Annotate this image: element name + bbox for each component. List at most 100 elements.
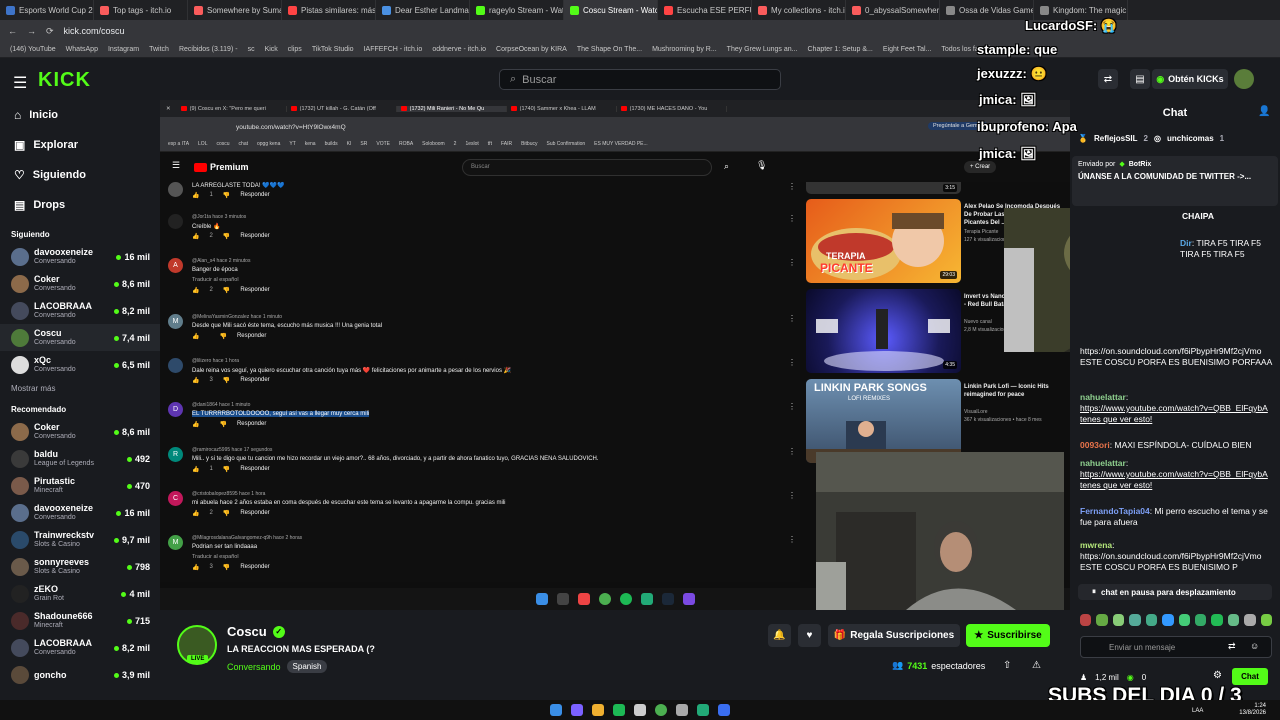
- sidebar-item-siguiendo[interactable]: ♡ Siguiendo: [0, 160, 160, 190]
- browser-tab[interactable]: Ossa de Vidas Games: [940, 0, 1034, 20]
- sidebar-item-explorar[interactable]: ▣ Explorar: [0, 130, 160, 160]
- sidebar-item-inicio[interactable]: ⌂ Inicio: [0, 100, 160, 130]
- kick-logo[interactable]: KICK: [38, 69, 91, 92]
- bookmark-item[interactable]: CorpseOcean by KIRA: [496, 46, 567, 53]
- gifter-name[interactable]: unchicomas: [1167, 134, 1214, 143]
- sidebar-channel[interactable]: Coker Conversando 8,6 mil: [0, 270, 160, 297]
- browser-tab[interactable]: rageylo Stream - Watc: [470, 0, 564, 20]
- menu-icon[interactable]: ☰: [13, 73, 27, 93]
- gifter-name[interactable]: ReflejosSIL: [1094, 134, 1138, 143]
- bookmark-item[interactable]: WhatsApp: [66, 46, 98, 53]
- bookmark-item[interactable]: clips: [288, 46, 302, 53]
- bookmark-item[interactable]: IAFFEFCH - itch.io: [364, 46, 423, 53]
- browser-tab[interactable]: Dear Esther Landmar: [376, 0, 470, 20]
- chat-text[interactable]: https://www.youtube.com/watch?v=QBB_ElFq…: [1080, 469, 1268, 490]
- browser-tab[interactable]: Top tags - itch.io: [94, 0, 188, 20]
- browser-tab[interactable]: 0_abyssalSomewhere: [846, 0, 940, 20]
- send-chat-button[interactable]: Chat: [1232, 668, 1268, 685]
- browser-tab[interactable]: Kingdom: The magic of: [1034, 0, 1128, 20]
- browser-tab[interactable]: Somewhere by Suma0: [188, 0, 282, 20]
- emote-icon[interactable]: [1260, 614, 1273, 626]
- chat-users-icon[interactable]: 👤: [1258, 106, 1270, 117]
- sidebar-channel[interactable]: zEKO Grain Rot 4 mil: [0, 580, 160, 607]
- sidebar-channel[interactable]: Shadoune666 Minecraft 715: [0, 607, 160, 634]
- browser-tab[interactable]: My collections - itch.io: [752, 0, 846, 20]
- settings-icon[interactable]: ⚙: [1213, 670, 1222, 681]
- sidebar-channel[interactable]: davooxeneize Conversando 16 mil: [0, 499, 160, 526]
- gift-subs-button[interactable]: 🎁 Regala Suscripciones: [828, 624, 960, 647]
- bookmark-item[interactable]: Instagram: [108, 46, 139, 53]
- emote-icon[interactable]: [1162, 614, 1174, 626]
- translate-icon[interactable]: ⇄: [1098, 69, 1118, 89]
- browser-tab[interactable]: Coscu Stream - Watch: [564, 0, 658, 20]
- bookmark-item[interactable]: oddnerve - itch.io: [432, 46, 486, 53]
- chat-username[interactable]: FernandoTapia04: [1080, 506, 1150, 516]
- chat-input[interactable]: Enviar un mensaje: [1080, 636, 1272, 658]
- video-player[interactable]: ✕ (9) Coscu en X: "Pero me queri (1732) UT…: [160, 100, 1070, 610]
- browser-tab[interactable]: Pistas similares: más e: [282, 0, 376, 20]
- bookmark-item[interactable]: Todos los favoritos: [941, 46, 999, 53]
- bookmark-item[interactable]: Mushrooming by R...: [652, 46, 717, 53]
- pinned-message[interactable]: Enviado por ◆ BotRix ÚNANSE A LA COMUNID…: [1072, 156, 1278, 206]
- sidebar-channel[interactable]: davooxeneize Conversando 16 mil: [0, 243, 160, 270]
- taskbar-app-icon[interactable]: [613, 704, 625, 716]
- taskbar-app-icon[interactable]: [697, 704, 709, 716]
- emote-icon[interactable]: [1145, 614, 1158, 626]
- chat-username[interactable]: 0093ori: [1080, 440, 1110, 450]
- chat-username[interactable]: Dir: [1180, 238, 1192, 248]
- reload-icon[interactable]: ⟳: [46, 26, 54, 37]
- chat-username[interactable]: mwrena: [1080, 540, 1112, 550]
- search-input[interactable]: ⌕ Buscar: [499, 69, 781, 90]
- sidebar-channel[interactable]: sonnyreeves Slots & Casino 798: [0, 553, 160, 580]
- share-icon[interactable]: ⇧: [1003, 660, 1011, 671]
- taskbar-app-icon[interactable]: [634, 704, 646, 716]
- emote-icon[interactable]: [1194, 614, 1207, 626]
- bookmark-item[interactable]: Recibidos (3.119) -: [179, 46, 238, 53]
- sidebar-channel[interactable]: baldu League of Legends 492: [0, 445, 160, 472]
- notifications-button[interactable]: 🔔: [768, 624, 791, 647]
- emote-icon[interactable]: [1129, 614, 1141, 626]
- sidebar-item-drops[interactable]: ▤ Drops: [0, 190, 160, 220]
- subscribe-button[interactable]: ★ Suscribirse: [966, 624, 1050, 647]
- bookmark-item[interactable]: Twitch: [149, 46, 169, 53]
- sidebar-channel[interactable]: Pirutastic Minecraft 470: [0, 472, 160, 499]
- channel-name[interactable]: Coscu ✓: [227, 624, 285, 639]
- emoji-icon[interactable]: ☺: [1250, 641, 1259, 651]
- translate-icon[interactable]: ⇄: [1228, 641, 1236, 652]
- browser-tab[interactable]: Escucha ESE PERFUMI: [658, 0, 752, 20]
- bookmark-item[interactable]: TikTok Studio: [312, 46, 354, 53]
- taskbar-app-icon[interactable]: [571, 704, 583, 716]
- sidebar-channel[interactable]: xQc Conversando 6,5 mil: [0, 351, 160, 378]
- back-icon[interactable]: ←: [8, 26, 17, 36]
- user-avatar[interactable]: [1234, 69, 1254, 89]
- bookmark-item[interactable]: The Shape On The...: [577, 46, 642, 53]
- taskbar-app-icon[interactable]: [550, 704, 562, 716]
- bookmark-item[interactable]: Kick: [265, 46, 278, 53]
- report-icon[interactable]: ⚠: [1032, 660, 1041, 671]
- emote-icon[interactable]: [1096, 614, 1108, 626]
- forward-icon[interactable]: →: [27, 26, 36, 36]
- taskbar-app-icon[interactable]: [655, 704, 667, 716]
- get-kicks-button[interactable]: ◉ Obtén KICKs: [1152, 69, 1228, 89]
- sidebar-channel[interactable]: LACOBRAAA Conversando 8,2 mil: [0, 297, 160, 324]
- emote-icon[interactable]: [1080, 614, 1092, 626]
- chat-username[interactable]: nahuelattar: [1080, 392, 1126, 402]
- bookmark-item[interactable]: Eight Feet Tal...: [883, 46, 932, 53]
- show-more-link[interactable]: Mostrar más: [0, 378, 160, 399]
- browser-tab[interactable]: Esports World Cup 20:: [0, 0, 94, 20]
- sidebar-channel[interactable]: LACOBRAAA Conversando 8,2 mil: [0, 634, 160, 661]
- sidebar-channel[interactable]: Trainwreckstv Slots & Casino 9,7 mil: [0, 526, 160, 553]
- chat-text[interactable]: https://www.youtube.com/watch?v=QBB_ElFq…: [1080, 403, 1268, 424]
- category-link[interactable]: Conversando: [227, 662, 281, 672]
- sidebar-channel[interactable]: Coker Conversando 8,6 mil: [0, 418, 160, 445]
- emote-icon[interactable]: [1211, 614, 1223, 626]
- taskbar-app-icon[interactable]: [676, 704, 688, 716]
- bookmark-item[interactable]: Chapter 1: Setup &...: [808, 46, 873, 53]
- emote-icon[interactable]: [1244, 614, 1256, 626]
- sidebar-channel[interactable]: Coscu Conversando 7,4 mil: [0, 324, 160, 351]
- follow-button[interactable]: ♥: [798, 624, 821, 647]
- emote-icon[interactable]: [1178, 614, 1190, 626]
- library-icon[interactable]: ▤: [1130, 69, 1150, 89]
- chat-paused-bar[interactable]: ⏸ chat en pausa para desplazamiento: [1078, 584, 1272, 600]
- sidebar-channel[interactable]: goncho 3,9 mil: [0, 661, 160, 688]
